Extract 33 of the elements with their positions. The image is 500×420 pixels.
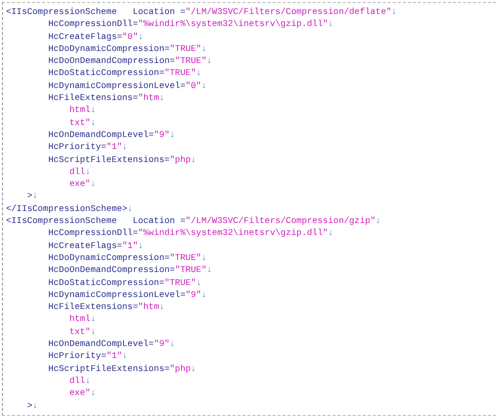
code-line: HcScriptFileExtensions="php↓ bbox=[47, 362, 196, 375]
code-line: </IIsCompressionScheme>↓ bbox=[6, 202, 133, 216]
code-line: HcFileExtensions="htm↓ bbox=[47, 92, 164, 104]
code-line: HcOnDemandCompLevel="9"↓ bbox=[47, 128, 175, 142]
code-line: HcOnDemandCompLevel="9"↓ bbox=[47, 338, 175, 350]
code-line: >↓ bbox=[26, 190, 38, 203]
code-line: txt"↓ bbox=[68, 116, 96, 129]
code-line: dll↓ bbox=[68, 374, 90, 388]
code-line: HcCompressionDll="%windir%\system32\inetsrv\gzip.dll"↓ bbox=[47, 18, 334, 31]
code-line: <IIsCompressionScheme Location ="/LM/W3SVC/Filters/Compression/deflate"↓ bbox=[6, 6, 397, 18]
code-line: txt"↓ bbox=[68, 326, 96, 338]
code-line: HcCompressionDll="%windir%\system32\inetsrv\gzip.dll"↓ bbox=[47, 227, 334, 240]
code-line: exe"↓ bbox=[68, 387, 96, 400]
code-line: HcCreateFlags="1"↓ bbox=[47, 240, 144, 252]
code-line: HcPriority="1"↓ bbox=[47, 350, 128, 363]
code-line: html↓ bbox=[68, 313, 96, 326]
code-line: >↓ bbox=[26, 400, 38, 412]
code-line: html↓ bbox=[68, 104, 96, 117]
code-line: HcScriptFileExtensions="php↓ bbox=[47, 154, 196, 166]
code-line: HcDoDynamicCompression="TRUE"↓ bbox=[47, 252, 207, 264]
code-line: HcDynamicCompressionLevel="9"↓ bbox=[47, 288, 207, 302]
code-line: HcDoOnDemandCompression="TRUE"↓ bbox=[47, 264, 212, 277]
code-line: HcDoDynamicCompression="TRUE"↓ bbox=[47, 42, 207, 56]
code-line: HcDoStaticCompression="TRUE"↓ bbox=[47, 67, 202, 80]
code-line: dll↓ bbox=[68, 166, 90, 178]
code-line: HcDoOnDemandCompression="TRUE"↓ bbox=[47, 55, 212, 68]
code-line: exe"↓ bbox=[68, 178, 96, 190]
code-line: HcPriority="1"↓ bbox=[47, 141, 128, 154]
code-line: <IIsCompressionScheme Location ="/LM/W3SVC/Filters/Compression/gzip"↓ bbox=[6, 215, 381, 228]
code-line: HcCreateFlags="0"↓ bbox=[47, 30, 144, 43]
code-line: HcDoStaticCompression="TRUE"↓ bbox=[47, 276, 202, 289]
code-line: HcDynamicCompressionLevel="0"↓ bbox=[47, 80, 207, 92]
code-line: HcFileExtensions="htm↓ bbox=[47, 301, 164, 314]
